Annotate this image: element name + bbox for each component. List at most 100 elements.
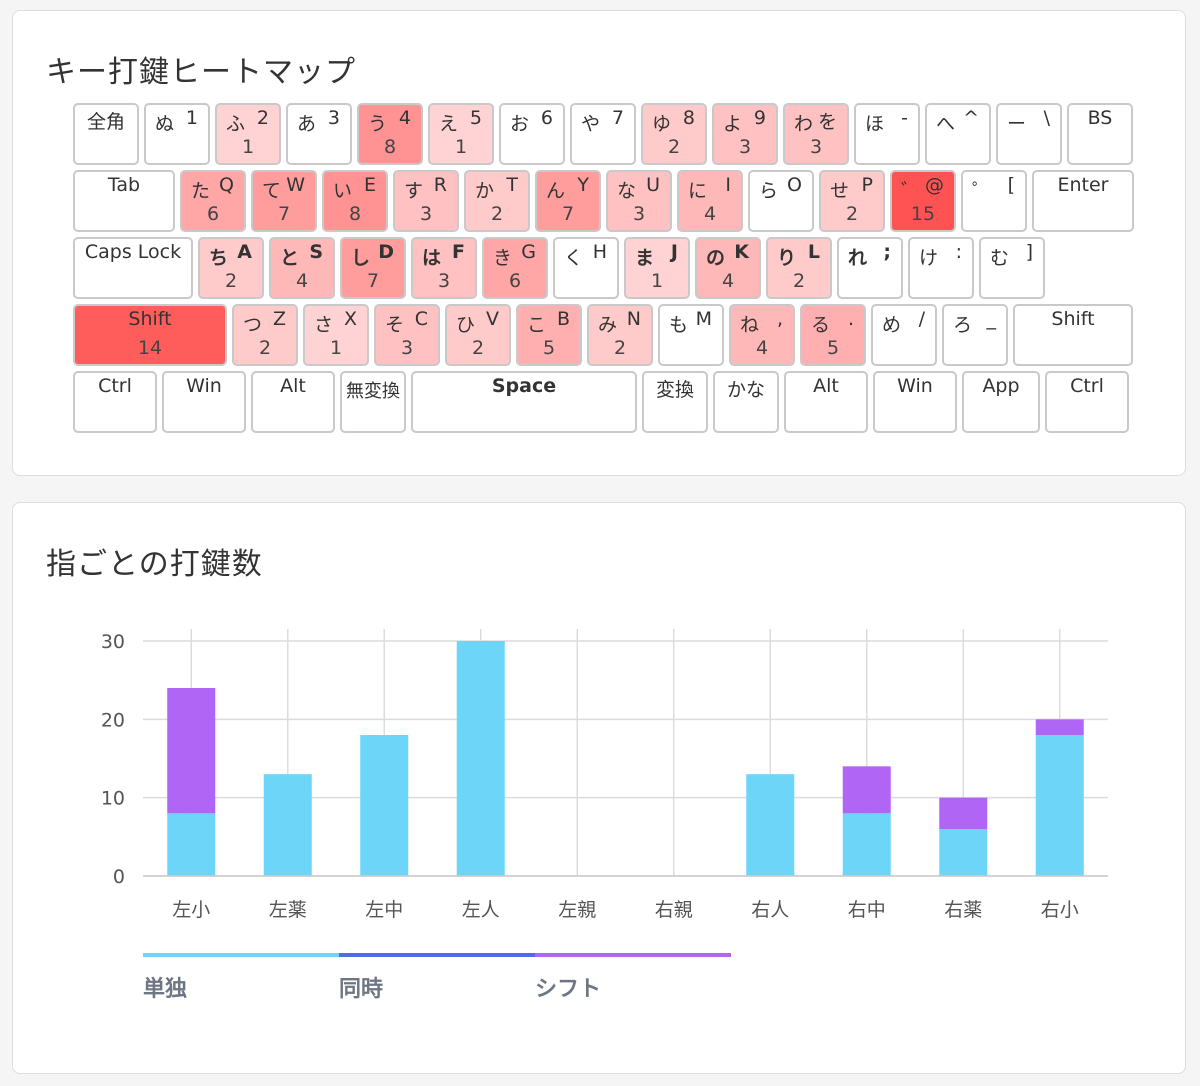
key-count: 3 bbox=[632, 203, 646, 225]
key-space: Space bbox=[411, 371, 637, 433]
key-latin: ] bbox=[1025, 241, 1033, 263]
legend-item-single[interactable]: 単独 bbox=[143, 953, 339, 1003]
key-q: たQ 6 bbox=[180, 170, 246, 232]
key-latin: Y bbox=[577, 174, 589, 196]
key-count: 15 bbox=[910, 203, 936, 225]
y-tick-label: 30 bbox=[101, 631, 125, 653]
key-1: ぬ1 bbox=[144, 103, 210, 165]
key-latin: R bbox=[433, 174, 447, 196]
bar-single bbox=[360, 735, 409, 876]
key-count: 2 bbox=[667, 136, 681, 158]
key-latin: M bbox=[695, 308, 712, 330]
key-colon: け: bbox=[908, 237, 974, 299]
bar-shift bbox=[939, 797, 988, 829]
key-count: 3 bbox=[437, 270, 451, 292]
key-count: 4 bbox=[295, 270, 309, 292]
key-latin: W bbox=[286, 174, 305, 196]
key-u: なU3 bbox=[606, 170, 672, 232]
key-label: かな bbox=[726, 379, 765, 401]
key-kana: こ bbox=[527, 314, 547, 336]
key-kana: ら bbox=[759, 180, 779, 202]
key-y: んY7 bbox=[535, 170, 601, 232]
key-count: 4 bbox=[755, 337, 769, 359]
key-kana: ね bbox=[740, 314, 760, 336]
key-latin: 2 bbox=[256, 107, 269, 129]
key-kana: り bbox=[777, 247, 797, 269]
legend-swatch bbox=[143, 953, 339, 957]
key-kana: る bbox=[811, 314, 831, 336]
key-count: 3 bbox=[809, 136, 823, 158]
legend-item-simultaneous[interactable]: 同時 bbox=[339, 953, 535, 1003]
key-kana: ゜ bbox=[972, 180, 992, 202]
key-rctrl: Ctrl bbox=[1045, 371, 1129, 433]
key-bracket: ゜[ bbox=[961, 170, 1027, 232]
key-l: りL2 bbox=[766, 237, 832, 299]
key-x: さX1 bbox=[303, 304, 369, 366]
key-s: とS4 bbox=[269, 237, 335, 299]
key-count: 6 bbox=[206, 203, 220, 225]
legend-swatch bbox=[339, 953, 535, 957]
bar-single bbox=[167, 813, 216, 876]
key-count: 2 bbox=[613, 337, 627, 359]
key-d: しD 7 bbox=[340, 237, 406, 299]
key-count: 2 bbox=[471, 337, 485, 359]
key-9: よ93 bbox=[712, 103, 778, 165]
key-count: 4 bbox=[703, 203, 717, 225]
key-label: Shift bbox=[1051, 308, 1095, 330]
key-caps: Caps Lock bbox=[73, 237, 193, 299]
key-yen: ー \ bbox=[996, 103, 1062, 165]
key-kana: ゆ bbox=[652, 113, 672, 135]
key-label: Alt bbox=[280, 375, 306, 397]
key-count: 4 bbox=[721, 270, 735, 292]
key-e: いE8 bbox=[322, 170, 388, 232]
key-backslash: ろ _ bbox=[942, 304, 1008, 366]
key-lshift: Shift 14 bbox=[73, 304, 227, 366]
legend-item-shift[interactable]: シフト bbox=[535, 953, 731, 1003]
key-latin: - bbox=[901, 107, 908, 129]
key-count: 1 bbox=[241, 136, 255, 158]
key-count: 1 bbox=[650, 270, 664, 292]
key-rwin: Win bbox=[873, 371, 957, 433]
bar-single bbox=[939, 829, 988, 876]
key-label: Space bbox=[491, 375, 557, 397]
key-latin: E bbox=[363, 174, 376, 196]
key-v: ひV2 bbox=[445, 304, 511, 366]
key-count: 2 bbox=[490, 203, 504, 225]
key-kana: め bbox=[882, 314, 902, 336]
key-f: はF3 bbox=[411, 237, 477, 299]
key-latin: V bbox=[486, 308, 499, 330]
y-tick-label: 10 bbox=[101, 788, 125, 810]
key-bs: BS bbox=[1067, 103, 1133, 165]
key-n: みN 2 bbox=[587, 304, 653, 366]
key-kana: ー bbox=[1007, 113, 1027, 135]
key-count: 3 bbox=[738, 136, 752, 158]
key-kana: ぬ bbox=[155, 113, 175, 135]
key-slash: め / bbox=[871, 304, 937, 366]
key-latin: P bbox=[861, 174, 873, 196]
key-3: あ3 bbox=[286, 103, 352, 165]
key-kana: な bbox=[617, 180, 637, 202]
key-latin: 6 bbox=[540, 107, 553, 129]
key-kana: そ bbox=[385, 314, 405, 336]
key-kana: す bbox=[404, 180, 424, 202]
key-kana: かな bbox=[713, 371, 779, 433]
key-rshift: Shift bbox=[1013, 304, 1133, 366]
key-ralt: Alt bbox=[784, 371, 868, 433]
key-label: Caps Lock bbox=[84, 241, 182, 263]
key-tab: Tab bbox=[73, 170, 175, 232]
key-lwin: Win bbox=[162, 371, 246, 433]
key-latin: D bbox=[378, 241, 394, 263]
key-latin: A bbox=[237, 241, 252, 263]
key-kana: た bbox=[191, 180, 211, 202]
legend-label: 同時 bbox=[339, 977, 384, 1002]
key-latin: Q bbox=[219, 174, 234, 196]
key-latin: , bbox=[776, 308, 783, 330]
key-kana: よ bbox=[723, 113, 743, 135]
key-label: 全角 bbox=[86, 111, 125, 133]
key-kana: お bbox=[510, 113, 530, 135]
key-latin: 3 bbox=[327, 107, 340, 129]
key-latin: [ bbox=[1007, 174, 1015, 196]
key-latin: K bbox=[734, 241, 749, 263]
key-kana: ま bbox=[635, 247, 655, 269]
key-count: 1 bbox=[329, 337, 343, 359]
